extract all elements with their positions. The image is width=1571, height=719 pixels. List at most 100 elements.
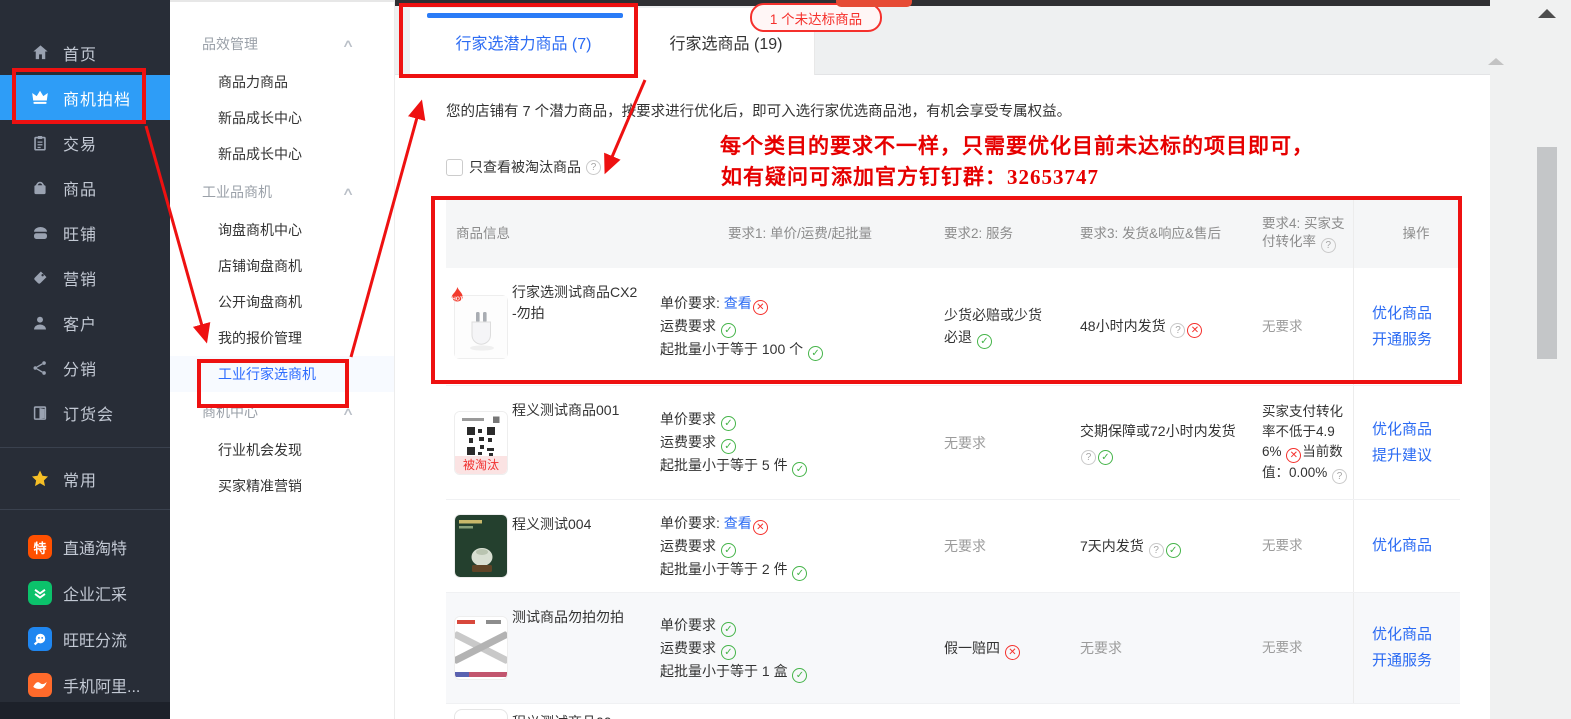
req2-cell: 少货必赔或少货必退 ✓ [940,268,1078,385]
tab-label: 行家选商品 (19) [670,30,783,54]
req-line: 单价要求 ✓ [660,614,940,637]
submenu-item[interactable]: 公开询盘商机 [170,284,394,320]
filter-checkbox[interactable] [446,159,463,176]
submenu-item[interactable]: 工业行家选商机 [170,356,394,392]
help-icon[interactable]: ? [1170,323,1185,338]
table-row: HOT行家选测试商品CX2-勿拍单价要求: 查看✕运费要求 ✓起批量小于等于 1… [446,268,1460,386]
eliminated-badge: 被淘汰 [455,456,507,474]
submenu-section-title[interactable]: 品效管理∧ [170,24,394,64]
annotation-note-line2: 如有疑问可添加官方钉钉群：32653747 [721,161,1099,191]
annotation-cut-shape [836,0,912,7]
fail-icon: ✕ [753,300,768,315]
tab-bar: 行家选潜力商品 (7) 行家选商品 (19) [395,6,1490,75]
optimize-product-link[interactable]: 优化商品 [1372,533,1460,559]
req-line: 运费要求 ✓ [660,431,940,454]
sidebar-footer [0,702,170,719]
submenu-item[interactable]: 新品成长中心 [170,100,394,136]
sidebar-item-shop[interactable]: 旺铺 [0,210,170,255]
sidebar-item-tag[interactable]: 营销 [0,255,170,300]
view-link[interactable]: 查看 [724,515,752,531]
submenu-section-title[interactable]: 工业品商机∧ [170,172,394,212]
tag-icon [30,268,50,288]
help-icon[interactable]: ? [1149,543,1164,558]
optimize-product-link[interactable]: 优化商品 [1372,301,1460,327]
req-text: 少货必赔或少货必退 [944,307,1042,345]
req-line: 起批量小于等于 2 件 ✓ [660,558,940,581]
products-table: 商品信息要求1: 单价/运费/起批量要求2: 服务要求3: 发货&响应&售后要求… [446,200,1460,719]
sidebar-divider [0,509,170,510]
sidebar-item-share[interactable]: 分销 [0,345,170,390]
pass-icon: ✓ [721,323,736,338]
req-content: 假一赔四 ✕ [944,637,1044,660]
req3-cell: 交期保障或72小时内发货 ?✓ [1078,386,1258,499]
suggestion-link[interactable]: 提升建议 [1372,443,1460,469]
optimize-product-link[interactable]: 优化商品 [1372,622,1460,648]
submenu-item[interactable]: 询盘商机中心 [170,212,394,248]
sidebar-app-taote[interactable]: 特直通淘特 [0,524,170,570]
submenu-section-title[interactable]: 商机中心∧ [170,392,394,432]
scrollbar-thumb[interactable] [1537,147,1557,359]
product-title: 测试商品勿拍勿拍 [512,607,640,628]
clipboard-icon [30,133,50,153]
hot-badge-icon: HOT [449,287,466,308]
submenu-item[interactable]: 新品成长中心 [170,136,394,172]
sidebar-item-crown[interactable]: 商机拍档 [0,75,170,120]
submenu-panel: 品效管理∧商品力商品新品成长中心新品成长中心工业品商机∧询盘商机中心店铺询盘商机… [170,0,395,719]
chevron-up-icon: ∧ [342,172,355,212]
sidebar-nav: 首页商机拍档交易商品旺铺营销客户分销订货会 [0,30,170,435]
product-image: HOT [454,295,508,359]
submenu-item[interactable]: 行业机会发现 [170,432,394,468]
tab-potential-products[interactable]: 行家选潜力商品 (7) [410,8,637,75]
view-link[interactable]: 查看 [724,295,752,311]
pass-icon: ✓ [1166,543,1181,558]
sidebar-item-pinned[interactable]: 常用 [0,456,170,501]
sidebar-app-wangwang[interactable]: 旺旺分流 [0,616,170,662]
sidebar-app-label: 企业汇采 [63,581,127,605]
submenu-item[interactable]: 商品力商品 [170,64,394,100]
optimize-product-link[interactable]: 优化商品 [1372,417,1460,443]
actions-cell: 优化商品开通服务 [1353,593,1460,703]
req-text: 起批量小于等于 2 件 [660,561,791,577]
shop-icon [30,223,50,243]
product-image [454,514,508,578]
annotation-note-line1: 每个类目的要求不一样，只需要优化目前未达标的项目即可， [720,130,1314,160]
req-text: 交期保障或72小时内发货 [1080,423,1236,439]
sidebar-item-door[interactable]: 订货会 [0,390,170,435]
product-image [454,709,508,719]
app-sidebar: 首页商机拍档交易商品旺铺营销客户分销订货会 常用 特直通淘特企业汇采旺旺分流手机… [0,0,170,719]
content-scroll-up-icon[interactable] [1488,58,1504,65]
req1-cell: 单价要求 ✓运费要求 ✓起批量小于等于 5 件 ✓ [648,386,940,499]
home-icon [30,43,50,63]
help-icon[interactable]: ? [1081,450,1096,465]
table-row: 测试商品勿拍勿拍单价要求 ✓运费要求 ✓起批量小于等于 1 盒 ✓假一赔四 ✕无… [446,593,1460,704]
submenu-item[interactable]: 买家精准营销 [170,468,394,504]
sidebar-item-label: 客户 [63,311,97,335]
req-text: 无要求 [1262,319,1303,334]
column-header-label: 要求4: 买家支付转化率 ? [1262,215,1353,253]
help-icon[interactable]: ? [1332,469,1347,484]
req-content: 无要求 [1262,638,1353,658]
req-content: 交期保障或72小时内发货 ?✓ [1080,420,1237,465]
req-text: 无要求 [944,435,986,451]
column-header-label: 商品信息 [456,225,510,243]
sidebar-item-user[interactable]: 客户 [0,300,170,345]
help-icon[interactable]: ? [586,160,601,175]
open-service-link[interactable]: 开通服务 [1372,327,1460,353]
help-icon[interactable]: ? [1321,238,1336,253]
open-service-link[interactable]: 开通服务 [1372,648,1460,674]
sidebar-item-label: 订货会 [63,401,114,425]
sidebar-item-clipboard[interactable]: 交易 [0,120,170,165]
req-content: 48小时内发货 ?✕ [1080,315,1237,338]
sidebar-divider [0,447,170,448]
sidebar-item-home[interactable]: 首页 [0,30,170,75]
pass-icon: ✓ [977,334,992,349]
sidebar-item-bag[interactable]: 商品 [0,165,170,210]
crown-icon [30,88,50,108]
req-text: 无要求 [944,538,986,554]
submenu-item[interactable]: 我的报价管理 [170,320,394,356]
scroll-to-top-icon[interactable] [1538,9,1556,18]
sidebar-app-huicai[interactable]: 企业汇采 [0,570,170,616]
submenu-item[interactable]: 店铺询盘商机 [170,248,394,284]
req-line: 运费要求 ✓ [660,315,940,338]
req-line: 运费要求 ✓ [660,535,940,558]
